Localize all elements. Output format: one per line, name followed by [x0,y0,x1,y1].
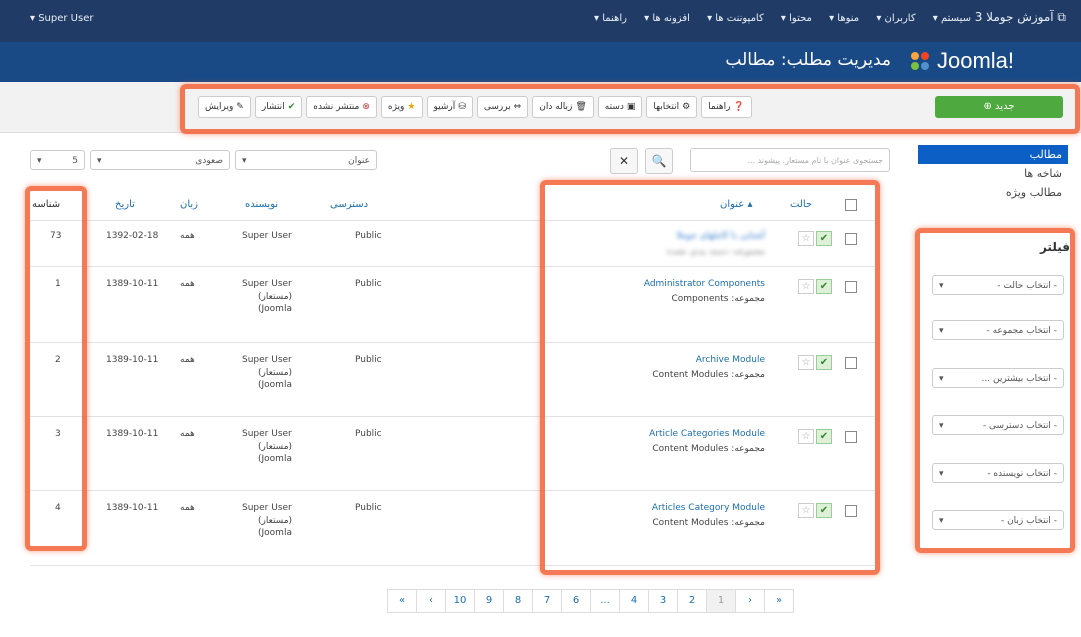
page-6[interactable]: 6 [561,589,591,613]
joomla-logo-icon [911,52,929,70]
page-title: مدیریت مطلب: مطالب [725,50,891,70]
page-ellipsis: ... [590,589,620,613]
header-access[interactable]: دسترسی [330,192,368,218]
menu-components[interactable]: کامپوننت ها ▾ [707,13,764,24]
page-8[interactable]: 8 [503,589,533,613]
article-access: Public [355,429,382,439]
menu-system[interactable]: سیستم ▾ [933,13,971,24]
sidebar-item-featured[interactable]: مطالب ویژه [918,183,1068,202]
sort-by-select[interactable]: عنوان ▾ [235,150,377,170]
article-date: 1389-10-11 [106,503,159,513]
joomla-logo: Joomla! [909,48,1059,76]
header-date[interactable]: تاریخ [115,192,135,218]
id-column-highlight [25,186,87,551]
toolbar-highlight [180,84,1080,134]
sidebar: مطالب شاخه ها مطالب ویژه [918,145,1068,202]
pagination: « ‹ 1 2 3 4 ... 6 7 8 9 10 › » [387,589,794,613]
header-author[interactable]: نویسنده [245,192,278,218]
clear-button[interactable]: ✕ [610,148,638,174]
logo-text: Joomla! [937,48,1015,73]
article-language: همه [180,355,195,365]
article-access: Public [355,503,382,513]
page-prev[interactable]: ‹ [735,589,765,613]
article-language: همه [180,503,195,513]
article-date: 1389-10-11 [106,429,159,439]
article-date: 1389-10-11 [106,279,159,289]
page-9[interactable]: 9 [474,589,504,613]
chevron-down-icon: ▾ [37,156,42,166]
sort-direction-value: صعودی [195,156,223,166]
menu-extensions[interactable]: افزونه ها ▾ [644,13,690,24]
menu-menus[interactable]: منوها ▾ [829,13,859,24]
page-2[interactable]: 2 [677,589,707,613]
page-10[interactable]: 10 [445,589,475,613]
list-limit-value: 5 [72,156,78,166]
article-access: Public [355,279,382,289]
page-next[interactable]: › [416,589,446,613]
article-author-alias: (مستعار) (Joomla [258,292,293,314]
article-language: همه [180,429,195,439]
article-language: همه [180,231,195,241]
page-4[interactable]: 4 [619,589,649,613]
page-start[interactable]: « [764,589,794,613]
sidebar-item-articles[interactable]: مطالب [918,145,1068,164]
article-author[interactable]: Super User [242,355,292,365]
page-7[interactable]: 7 [532,589,562,613]
header-language[interactable]: زبان [180,192,198,218]
article-author-alias: (مستعار) (Joomla [258,442,293,464]
article-author[interactable]: Super User [242,429,292,439]
page-3[interactable]: 3 [648,589,678,613]
article-author-alias: (مستعار) (Joomla [258,368,293,390]
chevron-down-icon: ▾ [242,156,247,166]
article-date: 1389-10-11 [106,355,159,365]
article-author[interactable]: Super User [242,279,292,289]
sort-by-value: عنوان [348,156,370,166]
sidebar-item-categories[interactable]: شاخه ها [918,164,1068,183]
search-input[interactable]: جستجوی عنوان یا نام مستعار. پیشوند ... [690,148,890,172]
article-access: Public [355,231,382,241]
user-menu[interactable]: ▾ Super User [30,13,93,24]
main-menu: سیستم ▾ کاربران ▾ منوها ▾ محتوا ▾ کامپون… [580,13,971,24]
search-icon: 🔍 [651,154,667,168]
filters-highlight [915,228,1075,553]
page-header: مدیریت مطلب: مطالب Joomla! [0,42,1081,82]
close-icon: ✕ [618,154,630,168]
menu-users[interactable]: کاربران ▾ [876,13,915,24]
article-date: 1392-02-18 [106,231,159,241]
chevron-down-icon: ▾ [97,156,102,166]
article-author-alias: (مستعار) (Joomla [258,516,293,538]
title-status-highlight [540,180,880,575]
sort-direction-select[interactable]: صعودی ▾ [90,150,230,170]
article-access: Public [355,355,382,365]
article-author[interactable]: Super User [242,231,292,241]
menu-help[interactable]: راهنما ▾ [594,13,627,24]
menu-content[interactable]: محتوا ▾ [781,13,812,24]
list-limit-select[interactable]: 5 ▾ [30,150,85,170]
top-navbar: ▾ Super User سیستم ▾ کاربران ▾ منوها ▾ م… [0,0,1081,42]
site-link[interactable]: آموزش جوملا 3 ⧉ [975,10,1066,25]
article-author[interactable]: Super User [242,503,292,513]
page-end[interactable]: » [387,589,417,613]
page-1[interactable]: 1 [706,589,736,613]
search-button[interactable]: 🔍 [645,148,673,174]
article-language: همه [180,279,195,289]
